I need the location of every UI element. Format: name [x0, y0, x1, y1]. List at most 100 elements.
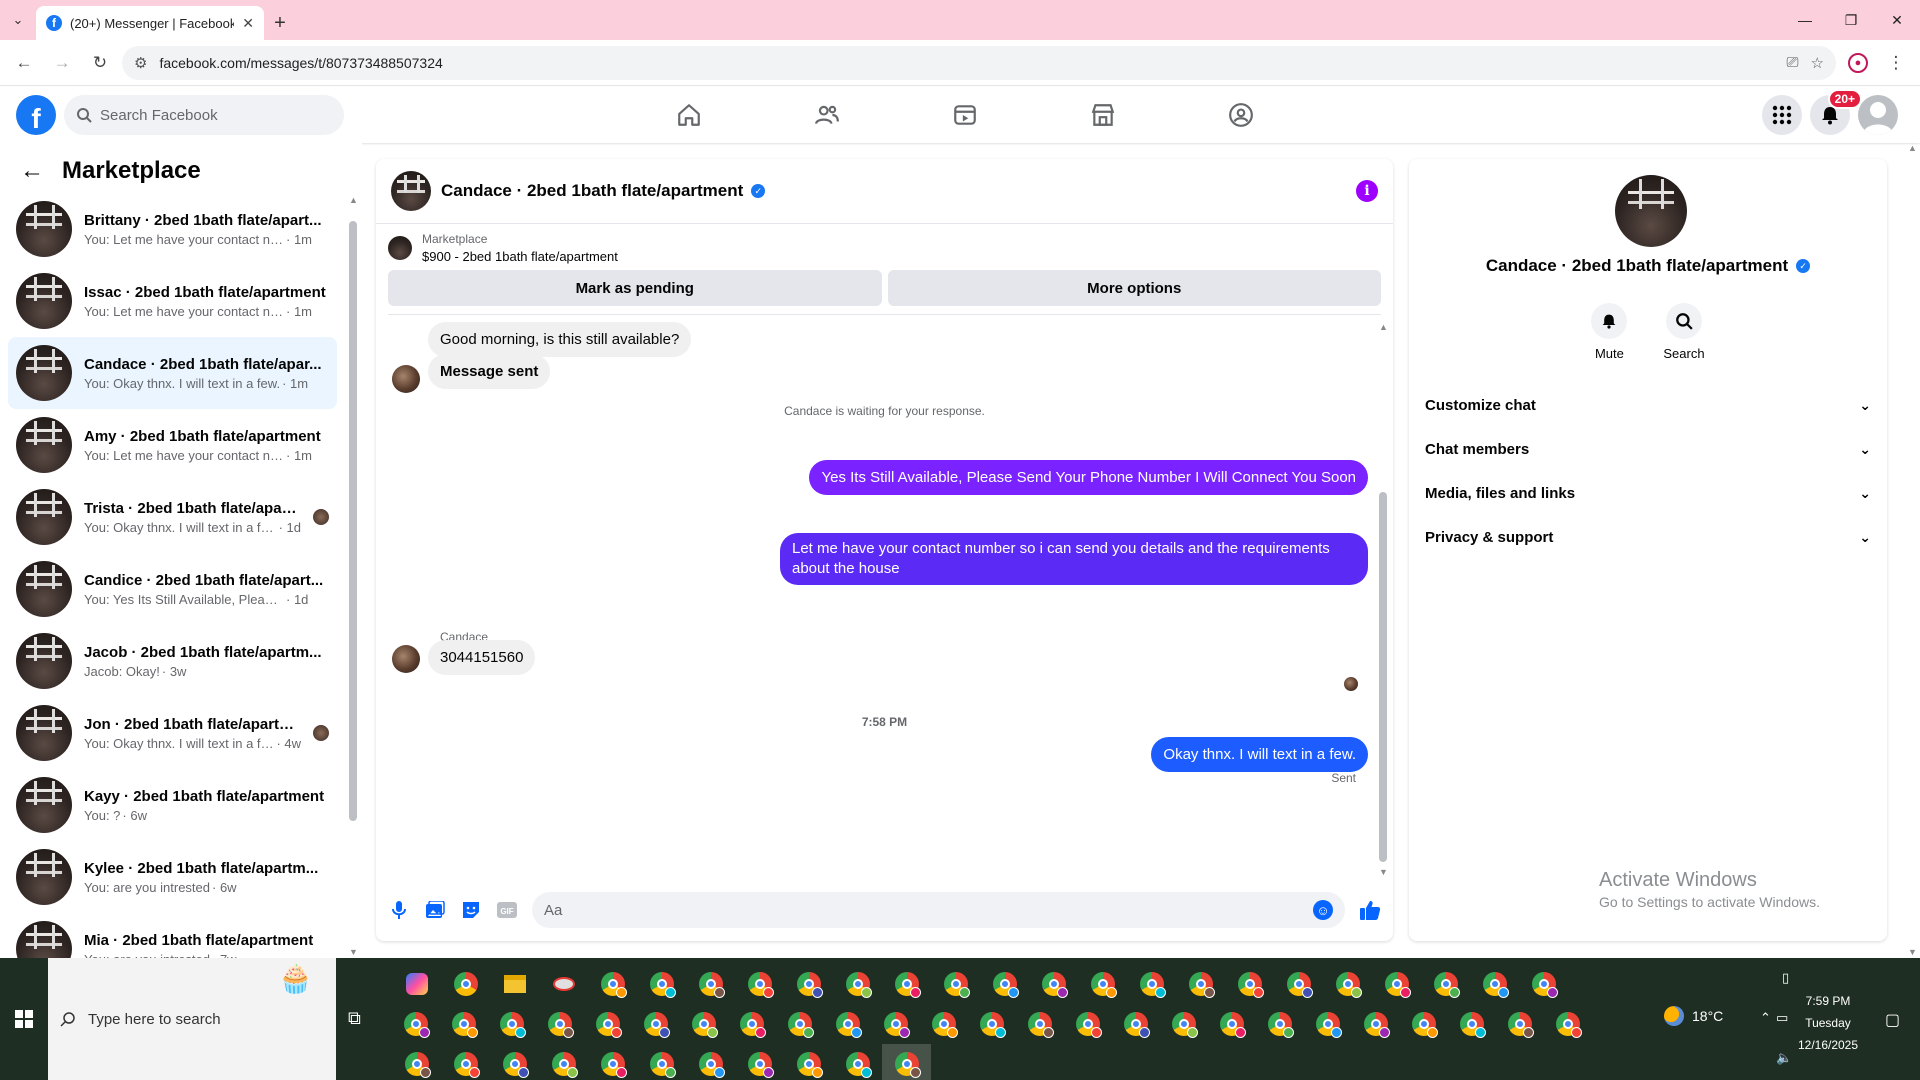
new-tab-button[interactable]: + [264, 6, 296, 40]
chrome-profile-icon[interactable] [931, 964, 980, 1004]
scroll-up-icon[interactable]: ▲ [1379, 322, 1388, 332]
chat-scrollbar[interactable]: ▲ ▼ [1379, 322, 1388, 877]
chrome-profile-icon[interactable] [588, 964, 637, 1004]
chat-scroll-thumb[interactable] [1379, 492, 1387, 862]
conversation-item[interactable]: Amy · 2bed 1bath flate/apartment You: Let… [8, 409, 337, 481]
start-button[interactable] [0, 958, 48, 1080]
mute-button[interactable] [1591, 303, 1628, 339]
chrome-profile-icon[interactable] [488, 1004, 536, 1044]
chrome-profile-icon[interactable] [440, 1004, 488, 1044]
chrome-profile-icon[interactable] [584, 1004, 632, 1044]
chrome-profile-icon[interactable] [920, 1004, 968, 1044]
mark-as-pending-button[interactable]: Mark as pending [388, 270, 882, 306]
incoming-message[interactable]: Good morning, is this still available? [428, 322, 692, 357]
chrome-profile-icon[interactable] [441, 1044, 490, 1080]
chrome-profile-icon[interactable] [1372, 964, 1421, 1004]
conversation-item[interactable]: Mia · 2bed 1bath flate/apartmentYou: are… [8, 913, 337, 958]
site-info-icon[interactable]: ⚙ [134, 54, 147, 72]
conversation-item[interactable]: Jacob · 2bed 1bath flate/apartm... Jacob:… [8, 625, 337, 697]
notifications-button[interactable]: 20+ [1810, 89, 1862, 135]
chrome-profile-icon[interactable] [1208, 1004, 1256, 1044]
scroll-down-icon[interactable]: ▼ [1908, 947, 1917, 957]
chrome-profile-icon[interactable] [728, 1004, 776, 1044]
chrome-profile-icon[interactable] [680, 1004, 728, 1044]
app-icon[interactable] [539, 964, 588, 1004]
chrome-profile-icon[interactable] [1274, 964, 1323, 1004]
tab-search-dropdown[interactable]: ⌄ [0, 0, 36, 40]
profile-name[interactable]: Candace · 2bed 1bath flate/apartment [1486, 256, 1788, 276]
bookmark-star-icon[interactable]: ☆ [1811, 54, 1824, 72]
conversation-item[interactable]: Issac · 2bed 1bath flate/apartment You: L… [8, 265, 337, 337]
chrome-profile-icon[interactable] [1064, 1004, 1112, 1044]
chrome-profile-icon[interactable] [539, 1044, 588, 1080]
chrome-profile-icon[interactable] [784, 964, 833, 1004]
chat-avatar[interactable] [391, 171, 431, 211]
mute-action[interactable]: Mute [1591, 303, 1628, 361]
restore-icon[interactable]: ❐ [1828, 0, 1874, 40]
copilot-icon[interactable] [392, 964, 441, 1004]
chrome-profile-icon[interactable] [1448, 1004, 1496, 1044]
chrome-profile-icon[interactable] [980, 964, 1029, 1004]
scroll-down-icon[interactable]: ▼ [1379, 867, 1388, 877]
taskbar-clock[interactable]: 7:59 PM Tuesday 12/16/2025 [1788, 990, 1868, 1056]
address-bar[interactable]: ⚙ facebook.com/messages/t/80737348850732… [122, 45, 1836, 80]
chrome-profile-icon[interactable] [1544, 1004, 1592, 1044]
chrome-profile-icon[interactable] [392, 1044, 441, 1080]
menu-button[interactable] [1762, 95, 1802, 135]
chrome-profile-icon[interactable] [1400, 1004, 1448, 1044]
more-options-button[interactable]: More options [887, 270, 1381, 306]
conversation-item[interactable]: Candace · 2bed 1bath flate/apar... You: O… [8, 337, 337, 409]
chat-title[interactable]: Candace · 2bed 1bath flate/apartment [441, 181, 743, 201]
notification-center-icon[interactable]: ▢ [1885, 1010, 1900, 1030]
network-icon[interactable]: ▭ [1776, 1010, 1788, 1026]
url-text[interactable]: facebook.com/messages/t/807373488507324 [159, 55, 1774, 71]
chrome-profile-icon[interactable] [1078, 964, 1127, 1004]
emoji-icon[interactable]: ☺ [1313, 900, 1333, 920]
listing-summary[interactable]: Marketplace $900 - 2bed 1bath flate/apar… [388, 232, 1381, 264]
chrome-profile-icon[interactable] [1496, 1004, 1544, 1044]
chrome-profile-icon[interactable] [686, 964, 735, 1004]
nav-friends[interactable] [758, 87, 896, 143]
chrome-profile-icon[interactable] [1304, 1004, 1352, 1044]
section-customize-chat[interactable]: Customize chat ⌄ [1417, 383, 1879, 427]
scroll-down-icon[interactable]: ▼ [349, 947, 358, 957]
conversation-info-icon[interactable]: i [1356, 180, 1378, 202]
chrome-profile-icon[interactable] [490, 1044, 539, 1080]
outgoing-message[interactable]: Okay thnx. I will text in a few. [1151, 737, 1368, 772]
outgoing-message[interactable]: Yes Its Still Available, Please Send You… [809, 460, 1368, 495]
scroll-up-icon[interactable]: ▲ [349, 195, 358, 205]
chrome-profile-icon[interactable] [735, 1044, 784, 1080]
sidebar-scroll-thumb[interactable] [349, 221, 357, 821]
chat-title-wrap[interactable]: Candace · 2bed 1bath flate/apartment ✓ [441, 181, 1346, 201]
task-view-icon[interactable]: ⧉ [348, 1008, 361, 1029]
incoming-message[interactable]: 3044151560 [428, 640, 536, 675]
conversation-item[interactable]: Jon · 2bed 1bath flate/apartm... You: Oka… [8, 697, 337, 769]
microphone-icon[interactable] [388, 899, 410, 921]
device-icon[interactable]: ▯ [1782, 970, 1789, 986]
facebook-search-input[interactable]: Search Facebook [64, 95, 344, 135]
search-action[interactable]: Search [1663, 303, 1705, 361]
chrome-profile-icon[interactable] [735, 964, 784, 1004]
section-privacy-support[interactable]: Privacy & support ⌄ [1417, 515, 1879, 559]
chrome-profile-icon[interactable] [632, 1004, 680, 1044]
profile-avatar[interactable] [1615, 175, 1687, 247]
message-input[interactable]: Aa ☺ [532, 892, 1345, 928]
thumbs-up-icon[interactable] [1359, 899, 1381, 921]
conversation-item[interactable]: Kayy · 2bed 1bath flate/apartment You: ? ·… [8, 769, 337, 841]
install-app-icon[interactable]: ⎚ [1787, 54, 1799, 71]
chrome-profile-icon[interactable] [536, 1004, 584, 1044]
scroll-up-icon[interactable]: ▲ [1908, 143, 1917, 153]
nav-video[interactable] [896, 87, 1034, 143]
chevron-up-icon[interactable]: ⌃ [1760, 1010, 1771, 1026]
back-arrow-icon[interactable]: ← [20, 157, 44, 185]
reload-button[interactable]: ↻ [84, 47, 116, 79]
page-scrollbar[interactable]: ▲ ▼ [1908, 143, 1918, 958]
browser-tab-messenger[interactable]: f (20+) Messenger | Facebook ✕ [36, 6, 264, 40]
chrome-profile-icon[interactable] [968, 1004, 1016, 1044]
search-in-chat-button[interactable] [1665, 303, 1702, 339]
conversation-item[interactable]: Trista · 2bed 1bath flate/apart... You: O… [8, 481, 337, 553]
conversation-item[interactable]: Candice · 2bed 1bath flate/apart... You: … [8, 553, 337, 625]
chrome-profile-icon[interactable] [1519, 964, 1568, 1004]
chrome-icon[interactable] [441, 964, 490, 1004]
outgoing-message[interactable]: Let me have your contact number so i can… [780, 533, 1368, 585]
